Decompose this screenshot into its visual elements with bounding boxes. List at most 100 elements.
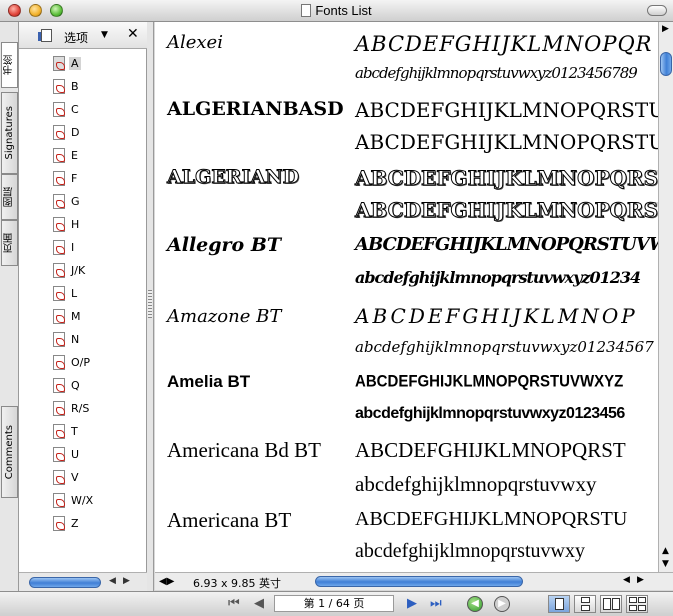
font-sample-lower: ABCDEFGHIJKLMNOPQRSTUVW [354,198,658,223]
bookmark-item[interactable]: F [19,167,147,190]
font-sample-upper: ABCDEFGHIJKLMNOPQRST [355,438,626,462]
panel-splitter[interactable] [147,22,154,594]
tab-signatures-label: Signatures [4,106,15,160]
bookmark-label: R/S [71,402,90,415]
font-sample-lower: abcdefghijklmnopqrstuvwxy [355,472,597,496]
pdf-bookmark-icon [53,102,65,117]
bookmark-label: E [71,149,78,162]
bookmark-item[interactable]: T [19,420,147,443]
panel-horizontal-scrollbar[interactable]: ◀ ▶ [19,572,147,592]
continuous-view-button[interactable] [574,595,596,613]
scroll-right-icon[interactable]: ▶ [662,24,669,34]
bookmark-item[interactable]: A [19,52,147,75]
scroll-down-icon[interactable]: ▼ [662,559,669,569]
font-name: Amazone BT [167,306,282,327]
bookmark-label: T [71,425,78,438]
splitter-grip-icon[interactable] [148,290,152,318]
bookmark-item[interactable]: C [19,98,147,121]
facing-page-icon [603,598,611,610]
bookmark-item[interactable]: E [19,144,147,167]
resize-handle-icon[interactable]: ◀▶ [159,576,174,587]
scroll-left-icon[interactable]: ◀ [623,575,630,585]
options-icon[interactable] [38,29,52,42]
pdf-bookmark-icon [53,401,65,416]
document-view[interactable]: Alexei ABCDEFGHIJKLMNOPQR abcdefghijklmn… [155,22,658,572]
continuous-facing-view-button[interactable] [626,595,648,613]
go-forward-icon[interactable]: ▶ [494,596,510,612]
bookmark-item[interactable]: G [19,190,147,213]
font-name: Allegro BT [167,234,282,256]
panel-scroll-thumb[interactable] [29,577,101,588]
bookmark-item[interactable]: M [19,305,147,328]
bookmark-item[interactable]: H [19,213,147,236]
page-number-field[interactable]: 第 1 / 64 页 [274,595,394,612]
tab-pages[interactable]: 页面 [1,220,18,266]
bookmark-item[interactable]: Q [19,374,147,397]
tab-layers-label: 图层 [4,187,15,207]
tab-layers[interactable]: 图层 [1,174,18,220]
bookmark-item[interactable]: R/S [19,397,147,420]
bookmark-item[interactable]: O/P [19,351,147,374]
options-menu[interactable]: 选项 [64,29,88,46]
font-name: ALGERIAND [166,166,300,189]
tab-bookmarks[interactable]: 书签 [1,42,18,88]
go-back-icon[interactable]: ◀ [467,596,483,612]
single-page-view-button[interactable] [548,595,570,613]
bookmark-item[interactable]: L [19,282,147,305]
document-horizontal-scroll-thumb[interactable] [315,576,523,587]
close-panel-button[interactable]: ✕ [127,26,139,42]
font-sample-upper: ABCDEFGHIJKLMNOPQRSTUVWXYZ [355,372,624,391]
facing-view-button[interactable] [600,595,622,613]
document-scroll-thumb[interactable] [660,52,672,76]
bookmark-item[interactable]: V [19,466,147,489]
font-sample-upper: ABCDEFGHIJKLMNOPQRSTU [355,508,628,530]
bookmark-label: B [71,80,79,93]
font-name: Alexei [167,32,223,53]
pdf-bookmark-icon [53,148,65,163]
bookmarks-panel-header: 选项 ▼ ✕ [19,22,147,49]
scroll-right-icon[interactable]: ▶ [123,576,130,586]
navigation-toolbar: ⏮ ◀ 第 1 / 64 页 ▶ ⏭ ◀ ▶ [0,591,673,616]
pdf-bookmark-icon [53,309,65,324]
font-sample-upper: ABCDEFGHIJKLMNOPQR [355,32,653,56]
facing-page-icon [629,597,637,603]
facing-page-icon [629,605,637,611]
scroll-left-icon[interactable]: ◀ [109,576,116,586]
font-sample-lower: abcdefghijklmnopqrstuvwxyz01234567 [355,338,654,356]
font-sample-lower: ABCDEFGHIJKLMNOPQRSTUVW [355,130,658,154]
bookmark-item[interactable]: J/K [19,259,147,282]
bookmark-label: C [71,103,79,116]
bookmark-item[interactable]: I [19,236,147,259]
previous-page-icon[interactable]: ◀ [254,596,264,611]
bookmark-item[interactable]: N [19,328,147,351]
bookmark-item[interactable]: D [19,121,147,144]
bookmark-label: U [71,448,80,461]
font-sample-upper: ABCDEFGHIJKLMNOPQRSTUVW [354,166,658,191]
last-page-icon[interactable]: ⏭ [430,596,442,611]
bookmark-item[interactable]: B [19,75,147,98]
font-sample-upper: ABCDEFGHIJKLMNOP [355,304,638,328]
pdf-bookmark-icon [53,194,65,209]
bookmark-label: D [71,126,80,139]
scroll-up-icon[interactable]: ▲ [662,546,669,556]
font-name: Amelia BT [167,372,251,391]
page-size-label: 6.93 x 9.85 英寸 [193,577,281,590]
tab-signatures[interactable]: Signatures [1,92,18,174]
next-page-icon[interactable]: ▶ [407,596,417,611]
first-page-icon[interactable]: ⏮ [228,596,240,611]
document-vertical-scrollbar[interactable]: ▶ ▲ ▼ [658,22,673,572]
bookmark-item[interactable]: U [19,443,147,466]
font-sample-upper: ABCDEFGHIJKLMNOPQRSTUVW [355,98,658,122]
pdf-bookmark-icon [53,171,65,186]
bookmark-item[interactable]: W/X [19,489,147,512]
tab-comments[interactable]: Comments [1,406,18,498]
chevron-down-icon[interactable]: ▼ [101,30,108,40]
facing-page-icon [612,598,620,610]
pdf-bookmark-icon [53,470,65,485]
toolbar-toggle-button[interactable] [647,5,667,16]
pdf-bookmark-icon [53,263,65,278]
font-sample-lower: abcdefghijklmnopqrstuvwxyz0123456 [355,405,625,422]
scroll-right-icon[interactable]: ▶ [637,575,644,585]
bookmark-label: M [71,310,81,323]
bookmark-item[interactable]: Z [19,512,147,535]
